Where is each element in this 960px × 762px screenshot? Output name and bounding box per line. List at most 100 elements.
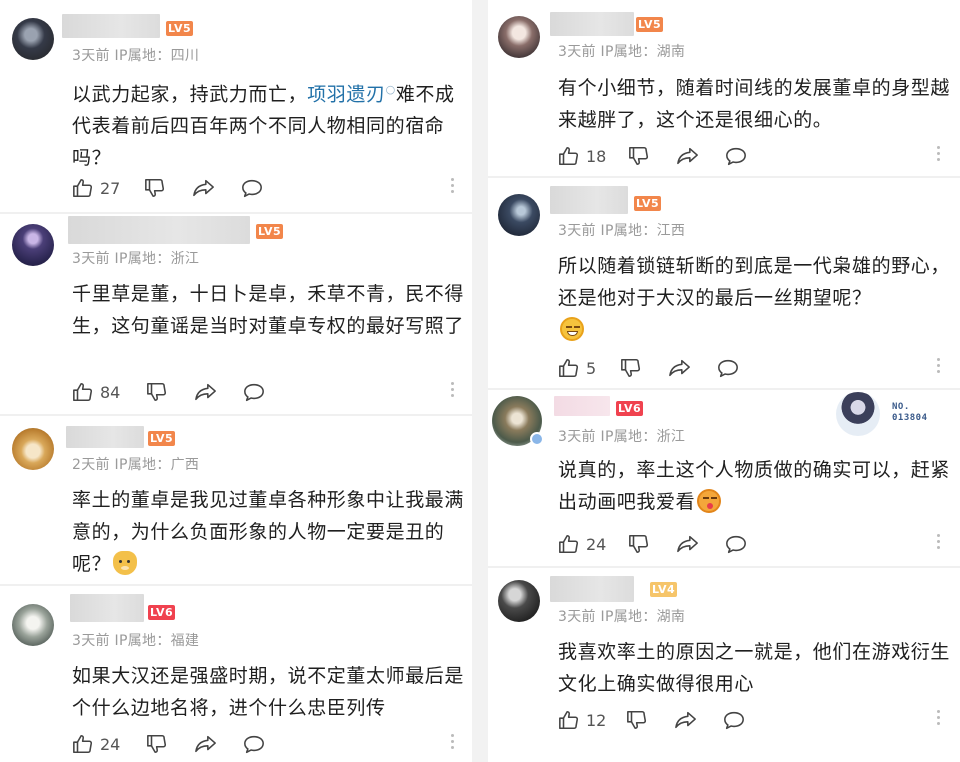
share-button[interactable] bbox=[668, 354, 692, 382]
comment-item: LV4 3天前 IP属地：湖南 我喜欢率土的原因之一就是，他们在游戏衍生文化上确… bbox=[488, 568, 960, 762]
divider bbox=[0, 584, 472, 586]
thumbs-down-icon bbox=[147, 734, 167, 754]
doge-emoji-icon bbox=[113, 551, 138, 575]
username-blurred[interactable] bbox=[550, 12, 634, 36]
like-count: 12 bbox=[586, 710, 607, 730]
reply-button[interactable] bbox=[716, 354, 740, 382]
kiss-emoji-icon bbox=[697, 489, 722, 513]
dislike-button[interactable] bbox=[626, 706, 648, 734]
dislike-button[interactable] bbox=[146, 378, 168, 406]
comment-actions: 24 bbox=[488, 530, 960, 558]
comment-text: 我喜欢率土的原因之一就是，他们在游戏衍生文化上确实做得很用心 bbox=[558, 641, 951, 695]
dislike-button[interactable] bbox=[628, 142, 650, 170]
like-button[interactable]: 12 bbox=[558, 706, 606, 734]
thumbs-up-icon bbox=[559, 534, 579, 554]
comment-meta: 3天前 IP属地：江西 bbox=[558, 223, 686, 239]
comment-text: 说真的，率土这个人物质做的确实可以，赶紧出动画吧我爱看 bbox=[558, 454, 950, 518]
share-button[interactable] bbox=[192, 174, 216, 202]
more-options-button[interactable] bbox=[450, 178, 454, 198]
level-badge: LV5 bbox=[634, 196, 662, 211]
reply-button[interactable] bbox=[722, 706, 746, 734]
comment-actions: 5 bbox=[488, 354, 960, 382]
reply-button[interactable] bbox=[724, 530, 748, 558]
more-options-button[interactable] bbox=[936, 710, 940, 730]
like-count: 18 bbox=[586, 146, 607, 166]
level-badge: LV4 bbox=[650, 582, 678, 597]
thumbs-up-icon bbox=[559, 358, 579, 378]
share-button[interactable] bbox=[194, 378, 218, 406]
comment-actions: 27 bbox=[0, 174, 472, 202]
comment-meta: 3天前 IP属地：湖南 bbox=[558, 609, 686, 625]
level-badge: LV5 bbox=[636, 17, 664, 32]
avatar[interactable] bbox=[12, 604, 54, 646]
comment-icon bbox=[244, 383, 264, 402]
reply-button[interactable] bbox=[240, 174, 264, 202]
share-icon bbox=[677, 535, 698, 553]
more-options-button[interactable] bbox=[936, 146, 940, 166]
share-button[interactable] bbox=[674, 706, 698, 734]
like-button[interactable]: 27 bbox=[72, 174, 120, 202]
topic-link[interactable]: 项羽遗刃 bbox=[307, 83, 385, 105]
reply-button[interactable] bbox=[242, 730, 266, 758]
thumbs-up-icon bbox=[559, 146, 579, 166]
comment-text-part: 所以随着锁链斩断的到底是一代枭雄的野心，还是他对于大汉的最后一丝期望呢？ bbox=[558, 255, 951, 309]
comment-meta: 3天前 IP属地：福建 bbox=[72, 633, 200, 649]
comment-icon bbox=[724, 711, 744, 730]
more-options-button[interactable] bbox=[450, 734, 454, 754]
share-icon bbox=[677, 147, 698, 165]
like-button[interactable]: 18 bbox=[558, 142, 606, 170]
comment-text: 所以随着锁链斩断的到底是一代枭雄的野心，还是他对于大汉的最后一丝期望呢？ bbox=[558, 250, 950, 346]
share-icon bbox=[195, 735, 216, 753]
left-comment-column: LV5 3天前 IP属地：四川 以武力起家，持武力而亡，项羽遗刃○难不成代表着前… bbox=[0, 0, 472, 762]
avatar[interactable] bbox=[498, 194, 540, 236]
right-comment-column: LV5 3天前 IP属地：湖南 有个小细节，随着时间线的发展董卓的身型越来越胖了… bbox=[488, 0, 960, 762]
share-button[interactable] bbox=[676, 530, 700, 558]
comment-actions: 84 bbox=[0, 378, 472, 406]
thumbs-up-icon bbox=[73, 178, 93, 198]
comment-meta: 3天前 IP属地：浙江 bbox=[72, 251, 200, 267]
dislike-button[interactable] bbox=[146, 730, 168, 758]
like-button[interactable]: 5 bbox=[558, 354, 596, 382]
dislike-button[interactable] bbox=[628, 530, 650, 558]
username-blurred[interactable] bbox=[550, 186, 628, 214]
comment-actions: 12 bbox=[488, 706, 960, 734]
like-button[interactable]: 84 bbox=[72, 378, 120, 406]
comment-actions: 18 bbox=[488, 142, 960, 170]
comment-icon bbox=[726, 147, 746, 166]
thumbs-up-icon bbox=[73, 734, 93, 754]
share-button[interactable] bbox=[676, 142, 700, 170]
avatar[interactable] bbox=[12, 224, 54, 266]
smile-emoji-icon bbox=[560, 317, 584, 341]
username-blurred[interactable] bbox=[66, 426, 144, 448]
like-count: 24 bbox=[586, 534, 607, 554]
username-blurred[interactable] bbox=[554, 396, 610, 416]
more-options-button[interactable] bbox=[936, 358, 940, 378]
fan-badge[interactable]: NO. 013804 bbox=[836, 392, 946, 436]
comment-text: 率土的董卓是我见过董卓各种形象中让我最满意的，为什么负面形象的人物一定要是丑的呢… bbox=[72, 484, 464, 580]
reply-button[interactable] bbox=[724, 142, 748, 170]
reply-button[interactable] bbox=[242, 378, 266, 406]
level-badge: LV5 bbox=[148, 431, 176, 446]
like-button[interactable]: 24 bbox=[558, 530, 606, 558]
comment-item: LV6 3天前 IP属地：福建 如果大汉还是强盛时期，说不定董太师最后是个什么边… bbox=[0, 588, 472, 762]
level-badge: LV5 bbox=[256, 224, 284, 239]
avatar[interactable] bbox=[498, 580, 540, 622]
username-blurred[interactable] bbox=[68, 216, 250, 244]
avatar[interactable] bbox=[498, 16, 540, 58]
username-blurred[interactable] bbox=[550, 576, 634, 602]
avatar[interactable] bbox=[12, 428, 54, 470]
like-button[interactable]: 24 bbox=[72, 730, 120, 758]
more-options-button[interactable] bbox=[450, 382, 454, 402]
username-blurred[interactable] bbox=[62, 14, 160, 38]
username-blurred[interactable] bbox=[70, 594, 144, 622]
share-button[interactable] bbox=[194, 730, 218, 758]
thumbs-down-icon bbox=[629, 146, 649, 166]
more-options-button[interactable] bbox=[936, 534, 940, 554]
share-icon bbox=[193, 179, 214, 197]
comment-text: 如果大汉还是强盛时期，说不定董太师最后是个什么边地名将，进个什么忠臣列传 bbox=[72, 665, 465, 719]
comment-text: 有个小细节，随着时间线的发展董卓的身型越来越胖了，这个还是很细心的。 bbox=[558, 77, 951, 131]
dislike-button[interactable] bbox=[620, 354, 642, 382]
share-icon bbox=[669, 359, 690, 377]
dislike-button[interactable] bbox=[144, 174, 166, 202]
avatar[interactable] bbox=[12, 18, 54, 60]
